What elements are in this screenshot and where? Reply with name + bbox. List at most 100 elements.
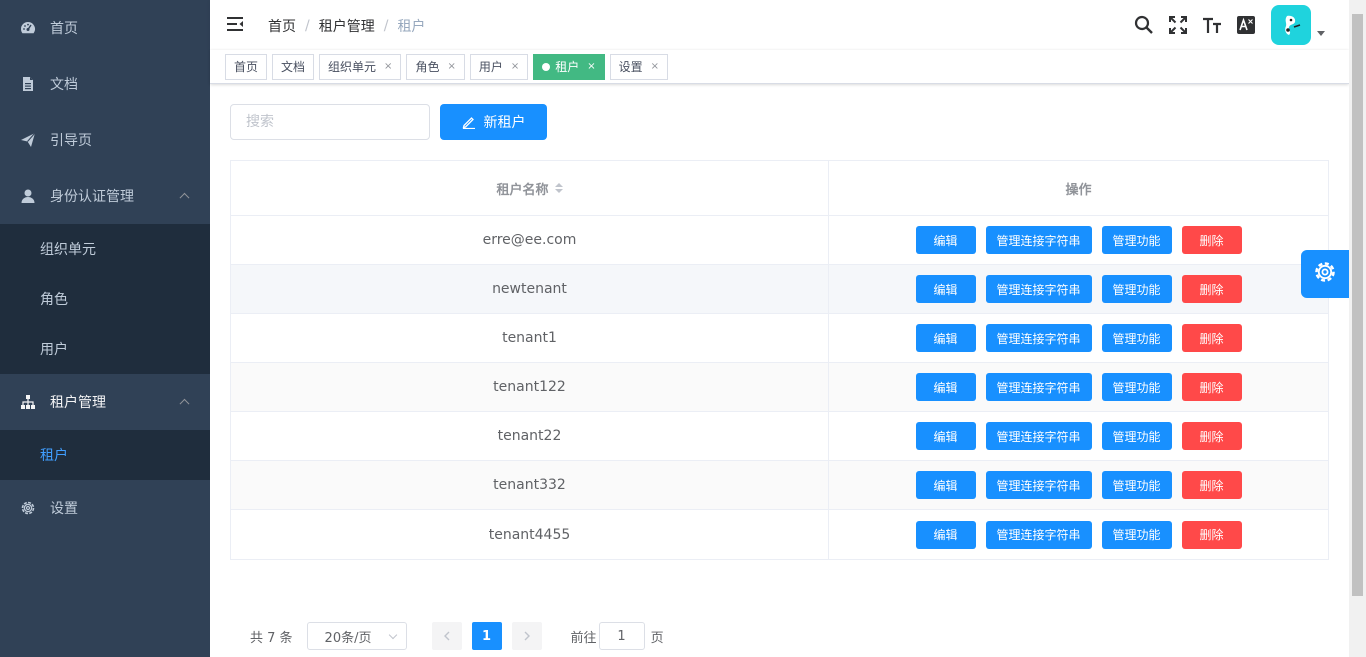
sidebar-item-org-unit[interactable]: 组织单元 [0,224,210,274]
delete-button[interactable]: 删除 [1181,520,1242,549]
chevron-up-icon [179,398,190,409]
sidebar-item-home[interactable]: 首页 [0,0,210,56]
sidebar-item-roles[interactable]: 角色 [0,274,210,324]
font-size-icon[interactable] [1195,0,1229,50]
manage-features-button[interactable]: 管理功能 [1101,520,1172,549]
manage-features-button[interactable]: 管理功能 [1101,275,1172,303]
sidebar-item-tenants[interactable]: 租户 [0,430,210,480]
edit-icon [462,115,476,129]
column-header-actions: 操作 [829,161,1328,215]
page-size-select[interactable]: 20条/页 [306,622,407,650]
manage-connection-strings-button[interactable]: 管理连接字符串 [985,422,1092,450]
close-icon[interactable]: × [587,55,595,79]
close-icon[interactable]: × [511,55,519,79]
manage-features-button[interactable]: 管理功能 [1101,324,1172,352]
close-icon[interactable]: × [651,55,659,79]
manage-connection-strings-button[interactable]: 管理连接字符串 [985,275,1092,303]
edit-button[interactable]: 编辑 [915,471,976,499]
delete-button[interactable]: 删除 [1181,422,1242,450]
tag-label: 首页 [234,59,259,74]
breadcrumb-home[interactable]: 首页 [268,16,296,36]
search-icon[interactable] [1127,0,1161,50]
tag-users[interactable]: 用户 × [469,53,529,80]
tag-org-unit[interactable]: 组织单元 × [319,53,402,80]
sidebar-item-label: 引导页 [50,133,92,149]
avatar[interactable] [1271,5,1311,45]
sidebar-item-identity[interactable]: 身份认证管理 [0,168,210,224]
new-tenant-button[interactable]: 新租户 [440,104,547,140]
edit-button[interactable]: 编辑 [915,226,976,254]
sidebar-item-label: 首页 [50,21,78,37]
edit-button[interactable]: 编辑 [915,520,976,549]
language-icon[interactable] [1229,0,1263,50]
manage-connection-strings-button[interactable]: 管理连接字符串 [985,324,1092,352]
goto-page-input[interactable] [598,622,645,650]
sidebar-item-label: 身份认证管理 [50,189,134,205]
sidebar-item-users[interactable]: 用户 [0,324,210,374]
close-icon[interactable]: × [447,55,455,79]
tag-tenants[interactable]: 租户 × [533,53,605,80]
manage-features-button[interactable]: 管理功能 [1101,422,1172,450]
sidebar-item-guide[interactable]: 引导页 [0,112,210,168]
tag-settings[interactable]: 设置 × [609,53,669,80]
edit-button[interactable]: 编辑 [915,275,976,303]
manage-connection-strings-button[interactable]: 管理连接字符串 [985,226,1092,254]
tenant-name-cell: tenant4455 [231,510,829,559]
scrollbar[interactable] [1349,0,1366,657]
sidebar-item-tenant-mgmt[interactable]: 租户管理 [0,374,210,430]
goto-suffix: 页 [650,630,664,646]
tag-home[interactable]: 首页 [225,53,268,80]
sidebar-item-docs[interactable]: 文档 [0,56,210,112]
actions-cell: 编辑 管理连接字符串 管理功能 删除 [829,461,1328,509]
tag-label: 用户 [478,59,503,74]
prev-page-button[interactable] [431,622,462,650]
table-row: tenant4455 编辑 管理连接字符串 管理功能 删除 [231,510,1328,559]
tag-roles[interactable]: 角色 × [406,53,465,80]
scrollbar-thumb[interactable] [1352,14,1363,596]
manage-features-button[interactable]: 管理功能 [1101,471,1172,499]
tree-icon [20,394,36,410]
fullscreen-icon[interactable] [1161,0,1195,50]
delete-button[interactable]: 删除 [1181,324,1242,352]
manage-features-button[interactable]: 管理功能 [1101,373,1172,401]
manage-connection-strings-button[interactable]: 管理连接字符串 [985,373,1092,401]
edit-button[interactable]: 编辑 [915,373,976,401]
sidebar-item-settings[interactable]: 设置 [0,480,210,536]
identity-submenu: 组织单元 角色 用户 [0,224,210,374]
table-row: tenant1 编辑 管理连接字符串 管理功能 删除 [231,314,1328,363]
caret-down-icon[interactable] [1317,30,1325,36]
tag-docs[interactable]: 文档 [272,53,315,80]
delete-button[interactable]: 删除 [1181,373,1242,401]
search-input[interactable] [230,104,430,140]
hamburger-icon[interactable] [226,15,246,35]
page-number-current[interactable]: 1 [471,622,502,650]
column-header-label: 租户名称 [496,182,549,198]
pagination-goto: 前往 页 [571,622,664,650]
sidebar-item-label: 设置 [50,501,78,517]
close-icon[interactable]: × [384,55,392,79]
manage-features-button[interactable]: 管理功能 [1101,226,1172,254]
breadcrumb-tenant-mgmt[interactable]: 租户管理 [319,16,375,36]
navbar: 首页 / 租户管理 / 租户 [210,0,1349,50]
table-row: erre@ee.com 编辑 管理连接字符串 管理功能 删除 [231,216,1328,265]
manage-connection-strings-button[interactable]: 管理连接字符串 [985,471,1092,499]
settings-panel-button[interactable] [1301,250,1349,298]
delete-button[interactable]: 删除 [1181,226,1242,254]
tenant-name-cell: tenant332 [231,461,829,509]
delete-button[interactable]: 删除 [1181,471,1242,499]
actions-cell: 编辑 管理连接字符串 管理功能 删除 [829,510,1328,559]
edit-button[interactable]: 编辑 [915,422,976,450]
actions-cell: 编辑 管理连接字符串 管理功能 删除 [829,265,1328,313]
delete-button[interactable]: 删除 [1181,275,1242,303]
manage-connection-strings-button[interactable]: 管理连接字符串 [985,520,1092,549]
pagination-total: 共 7 条 [250,630,293,646]
tenant-table: 租户名称 操作 erre@ee.com 编辑 管理连接字符串 管理功能 删除 newten… [230,160,1329,560]
column-header-tenant-name[interactable]: 租户名称 [231,161,829,215]
tenant-name-cell: newtenant [231,265,829,313]
edit-button[interactable]: 编辑 [915,324,976,352]
sort-icon[interactable] [554,183,563,193]
next-page-button[interactable] [511,622,542,650]
main-content: 新租户 租户名称 操作 erre@ee.com编辑管理连接字符串管理功能删除ne… [210,84,1349,657]
tenant-submenu: 租户 [0,430,210,480]
tenant-name-cell: erre@ee.com [231,216,829,264]
